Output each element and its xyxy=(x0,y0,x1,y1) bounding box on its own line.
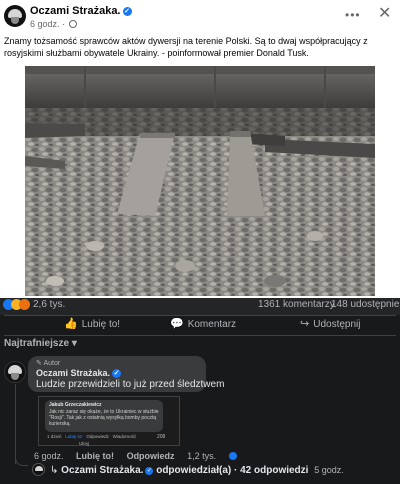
divider xyxy=(4,315,396,316)
angry-reaction-icon xyxy=(19,299,30,310)
view-replies-link[interactable]: ↳ Oczami Strażaka. ✓ odpowiedział(a) · 42… xyxy=(50,465,344,476)
like-button[interactable]: 👍 Lubię to! xyxy=(64,317,120,335)
post-author[interactable]: Oczami Strażaka. ✓ xyxy=(30,5,132,17)
thumbs-up-icon: 👍 xyxy=(64,318,78,330)
pencil-icon: ✎ xyxy=(36,360,42,367)
comment-attachment-image[interactable]: Jakub Grzeczakiewicz Jak nic zaraz się o… xyxy=(38,396,180,446)
reactions-count[interactable]: 2,6 tys. xyxy=(33,299,65,310)
comment-actions: 6 godz. Lubię to! Odpowiedz 1,2 tys. xyxy=(34,451,257,461)
comment-button[interactable]: 💬 Komentarz xyxy=(170,317,236,335)
comment-icon: 💬 xyxy=(170,318,184,330)
comment-avatar[interactable] xyxy=(4,361,26,383)
page-avatar[interactable] xyxy=(4,5,26,27)
comment-author[interactable]: Oczami Strażaka. ✓ xyxy=(36,368,122,378)
post-timestamp[interactable]: 6 godz. · xyxy=(30,19,77,29)
divider xyxy=(4,335,396,336)
verified-badge-icon: ✓ xyxy=(112,369,122,378)
post-card: Oczami Strażaka. ✓ 6 godz. · ••• ✕ Znamy … xyxy=(0,0,400,298)
author-tag: ✎ Autor xyxy=(36,360,61,367)
chevron-down-icon: ▾ xyxy=(71,338,77,349)
comments-count[interactable]: 1361 komentarzy xyxy=(258,299,335,310)
thread-line xyxy=(15,452,28,466)
comment-sort-dropdown[interactable]: Najtrafniejsze ▾ xyxy=(4,338,77,349)
railway-track-photo xyxy=(25,66,375,296)
comment-text: Ludzie przewidzieli to już przed śledztw… xyxy=(36,379,225,390)
reply-avatar xyxy=(32,463,45,476)
reaction-icons[interactable] xyxy=(3,299,33,311)
comment-reactions[interactable]: 1,2 tys. xyxy=(187,451,247,461)
replies-arrow-icon: ↳ xyxy=(50,465,59,476)
verified-badge-icon: ✓ xyxy=(145,467,154,475)
comment-bubble: ✎ Autor Oczami Strażaka. ✓ Ludzie przewid… xyxy=(28,356,224,392)
post-header: Oczami Strażaka. ✓ 6 godz. · ••• ✕ xyxy=(0,0,400,34)
verified-badge-icon: ✓ xyxy=(122,7,132,16)
like-reaction-icon xyxy=(228,452,237,460)
globe-icon xyxy=(68,20,77,28)
post-image[interactable] xyxy=(25,66,375,296)
shares-count[interactable]: 148 udostępnień xyxy=(331,299,400,310)
close-icon[interactable]: ✕ xyxy=(378,3,391,23)
comment-like-button[interactable]: Lubię to! xyxy=(76,451,114,461)
post-text: Znamy tożsamość sprawców aktów dywersji … xyxy=(4,36,368,58)
comment-time[interactable]: 6 godz. xyxy=(34,451,64,461)
share-icon: ↪ xyxy=(300,318,310,330)
share-button[interactable]: ↪ Udostępnij xyxy=(300,317,360,335)
comment-reply-button[interactable]: Odpowiedz xyxy=(127,451,175,461)
more-dots-icon[interactable]: ••• xyxy=(345,8,361,22)
